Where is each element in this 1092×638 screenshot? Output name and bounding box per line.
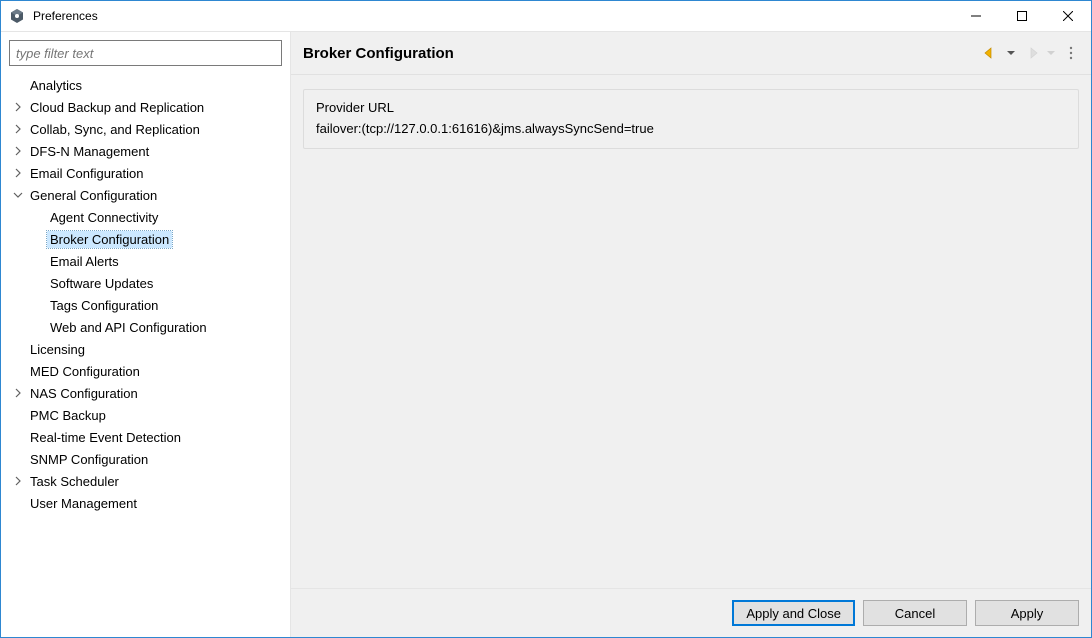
tree-item[interactable]: Real-time Event Detection: [9, 426, 282, 448]
back-icon[interactable]: [983, 45, 999, 61]
tree-item-label: PMC Backup: [27, 407, 109, 424]
tree-item-label: Email Alerts: [47, 253, 122, 270]
chevron-right-icon[interactable]: [11, 386, 25, 400]
chevron-right-icon[interactable]: [11, 166, 25, 180]
dialog-body: Analytics Cloud Backup and Replication Col…: [1, 32, 1091, 637]
filter-input[interactable]: [9, 40, 282, 66]
view-menu-icon[interactable]: [1063, 45, 1079, 61]
tree-item[interactable]: NAS Configuration: [9, 382, 282, 404]
tree-item-label: Agent Connectivity: [47, 209, 161, 226]
tree-item[interactable]: Collab, Sync, and Replication: [9, 118, 282, 140]
cancel-button[interactable]: Cancel: [863, 600, 967, 626]
header-toolbar: [983, 45, 1079, 61]
tree-item-label: NAS Configuration: [27, 385, 141, 402]
tree-item-label: Collab, Sync, and Replication: [27, 121, 203, 138]
tree-item-label: DFS-N Management: [27, 143, 152, 160]
apply-and-close-button[interactable]: Apply and Close: [732, 600, 855, 626]
content-header: Broker Configuration: [291, 32, 1091, 75]
tree-item[interactable]: Licensing: [9, 338, 282, 360]
app-icon: [9, 8, 25, 24]
tree-item-label: Analytics: [27, 77, 85, 94]
tree-item-label: User Management: [27, 495, 140, 512]
apply-button[interactable]: Apply: [975, 600, 1079, 626]
minimize-button[interactable]: [953, 1, 999, 31]
tree-item-label: Software Updates: [47, 275, 156, 292]
tree-item-label: Real-time Event Detection: [27, 429, 184, 446]
tree-item[interactable]: PMC Backup: [9, 404, 282, 426]
tree-item[interactable]: SNMP Configuration: [9, 448, 282, 470]
close-button[interactable]: [1045, 1, 1091, 31]
tree-item-label: Broker Configuration: [47, 231, 172, 248]
window-controls: [953, 1, 1091, 31]
tree-item-label: General Configuration: [27, 187, 160, 204]
tree-item-label: Task Scheduler: [27, 473, 122, 490]
tree-item[interactable]: Email Configuration: [9, 162, 282, 184]
chevron-right-icon[interactable]: [11, 122, 25, 136]
tree-item[interactable]: Broker Configuration: [9, 228, 282, 250]
titlebar: Preferences: [1, 1, 1091, 32]
maximize-button[interactable]: [999, 1, 1045, 31]
chevron-down-icon[interactable]: [11, 188, 25, 202]
content-body: Provider URL failover:(tcp://127.0.0.1:6…: [291, 75, 1091, 588]
provider-url-label: Provider URL: [316, 100, 1066, 115]
tree-item[interactable]: MED Configuration: [9, 360, 282, 382]
tree-item[interactable]: Analytics: [9, 74, 282, 96]
tree-item-label: SNMP Configuration: [27, 451, 151, 468]
tree-item[interactable]: Email Alerts: [9, 250, 282, 272]
tree-item-label: MED Configuration: [27, 363, 143, 380]
forward-menu-icon[interactable]: [1043, 45, 1059, 61]
back-menu-icon[interactable]: [1003, 45, 1019, 61]
tree-item[interactable]: Web and API Configuration: [9, 316, 282, 338]
tree-item[interactable]: Tags Configuration: [9, 294, 282, 316]
preferences-tree[interactable]: Analytics Cloud Backup and Replication Col…: [9, 74, 282, 629]
provider-url-group: Provider URL failover:(tcp://127.0.0.1:6…: [303, 89, 1079, 149]
sidebar: Analytics Cloud Backup and Replication Col…: [1, 32, 291, 637]
tree-item-label: Email Configuration: [27, 165, 146, 182]
chevron-right-icon[interactable]: [11, 100, 25, 114]
tree-item-label: Cloud Backup and Replication: [27, 99, 207, 116]
forward-icon[interactable]: [1023, 45, 1039, 61]
tree-item[interactable]: Agent Connectivity: [9, 206, 282, 228]
provider-url-value: failover:(tcp://127.0.0.1:61616)&jms.alw…: [316, 121, 1066, 136]
tree-item[interactable]: User Management: [9, 492, 282, 514]
preferences-window: Preferences Analytics Cloud Backup and Re…: [0, 0, 1092, 638]
chevron-right-icon[interactable]: [11, 144, 25, 158]
chevron-right-icon[interactable]: [11, 474, 25, 488]
tree-item[interactable]: General Configuration: [9, 184, 282, 206]
button-bar: Apply and Close Cancel Apply: [291, 588, 1091, 637]
content-pane: Broker Configuration: [291, 32, 1091, 637]
tree-item[interactable]: Cloud Backup and Replication: [9, 96, 282, 118]
tree-item[interactable]: DFS-N Management: [9, 140, 282, 162]
tree-item-label: Web and API Configuration: [47, 319, 210, 336]
tree-item[interactable]: Software Updates: [9, 272, 282, 294]
tree-item-label: Licensing: [27, 341, 88, 358]
window-title: Preferences: [33, 9, 98, 23]
tree-item[interactable]: Task Scheduler: [9, 470, 282, 492]
page-title: Broker Configuration: [303, 45, 983, 62]
tree-item-label: Tags Configuration: [47, 297, 161, 314]
